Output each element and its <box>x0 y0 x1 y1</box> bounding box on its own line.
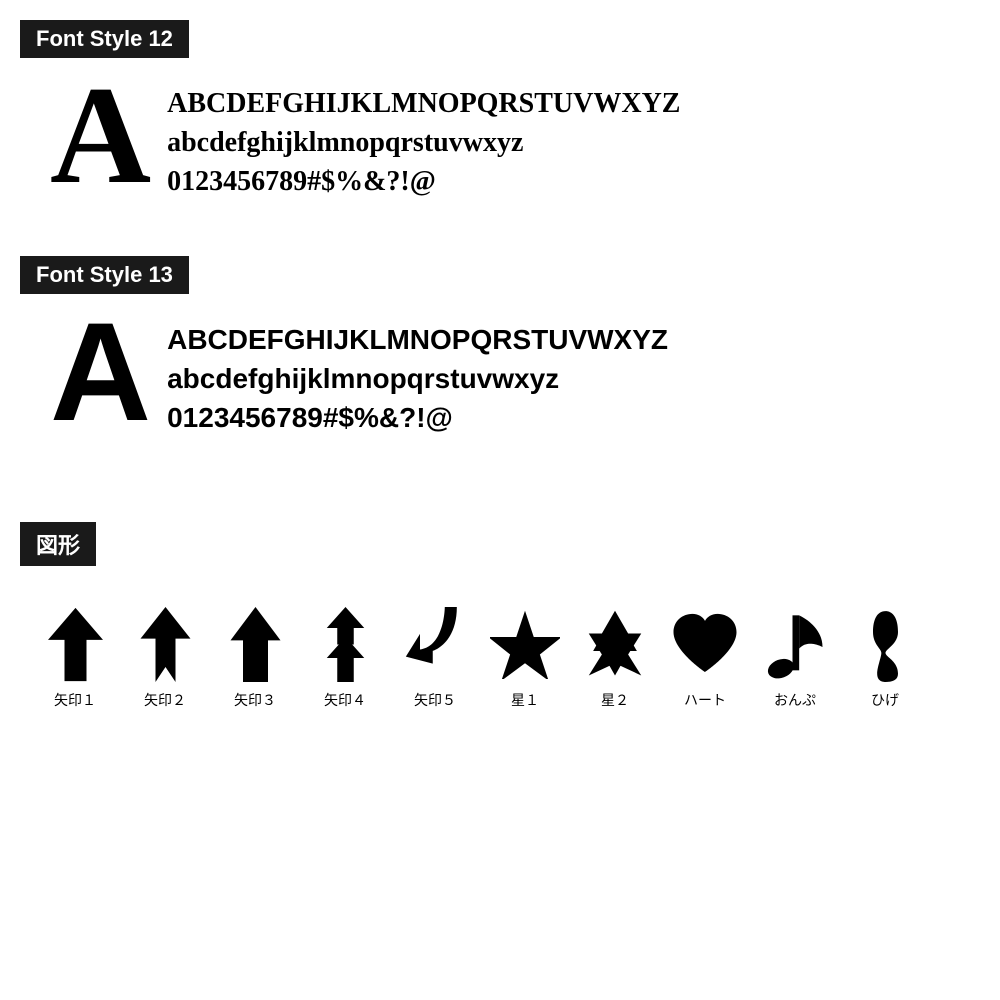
font-style-12-line-1: ABCDEFGHIJKLMNOPQRSTUVWXYZ <box>167 84 680 123</box>
shape-hoshi1: 星１ <box>480 604 570 710</box>
shape-yajirushi5: 矢印５ <box>390 604 480 710</box>
hoshi1-icon <box>490 604 560 684</box>
font-style-12-big-letter: A <box>50 66 151 206</box>
shapes-label: 図形 <box>20 522 96 566</box>
yajirushi5-icon <box>400 604 470 684</box>
font-style-12-char-lines: ABCDEFGHIJKLMNOPQRSTUVWXYZ abcdefghijklm… <box>167 76 680 202</box>
shape-hoshi2: 星２ <box>570 604 660 710</box>
font-style-13-line-3: 0123456789#$%&?!@ <box>167 398 668 437</box>
font-style-12-section: Font Style 12 A ABCDEFGHIJKLMNOPQRSTUVWX… <box>20 20 980 206</box>
onpu-icon <box>760 604 830 684</box>
hige-label: ひげ <box>871 690 899 710</box>
shape-heart: ハート <box>660 604 750 710</box>
font-style-13-line-1: ABCDEFGHIJKLMNOPQRSTUVWXYZ <box>167 320 668 359</box>
yajirushi3-label: 矢印３ <box>234 690 276 710</box>
font-style-12-label: Font Style 12 <box>20 20 189 58</box>
shape-hige: ひげ <box>840 604 930 710</box>
font-style-12-demo: A ABCDEFGHIJKLMNOPQRSTUVWXYZ abcdefghijk… <box>20 76 980 206</box>
hoshi2-icon <box>580 604 650 684</box>
page: Font Style 12 A ABCDEFGHIJKLMNOPQRSTUVWX… <box>0 0 1000 730</box>
yajirushi2-label: 矢印２ <box>144 690 186 710</box>
font-style-12-line-2: abcdefghijklmnopqrstuvwxyz <box>167 123 680 162</box>
font-style-13-line-2: abcdefghijklmnopqrstuvwxyz <box>167 359 668 398</box>
hoshi1-label: 星１ <box>511 690 539 710</box>
heart-label: ハート <box>684 690 726 710</box>
shapes-row: 矢印１ 矢印２ 矢印３ <box>20 584 980 710</box>
font-style-13-demo: A ABCDEFGHIJKLMNOPQRSTUVWXYZ abcdefghijk… <box>20 312 980 442</box>
hige-icon <box>850 604 920 684</box>
shapes-section: 図形 矢印１ 矢印２ <box>20 522 980 710</box>
yajirushi1-label: 矢印１ <box>54 690 96 710</box>
hoshi2-label: 星２ <box>601 690 629 710</box>
yajirushi2-icon <box>130 604 200 684</box>
yajirushi3-icon <box>220 604 290 684</box>
font-style-13-section: Font Style 13 A ABCDEFGHIJKLMNOPQRSTUVWX… <box>20 256 980 442</box>
yajirushi5-label: 矢印５ <box>414 690 456 710</box>
onpu-label: おんぷ <box>774 690 816 710</box>
font-style-13-label: Font Style 13 <box>20 256 189 294</box>
shape-yajirushi2: 矢印２ <box>120 604 210 710</box>
yajirushi1-icon <box>40 604 110 684</box>
yajirushi4-label: 矢印４ <box>324 690 366 710</box>
font-style-12-line-3: 0123456789#$%&?!@ <box>167 162 680 201</box>
heart-icon <box>670 604 740 684</box>
font-style-13-big-letter: A <box>50 302 151 442</box>
font-style-13-char-lines: ABCDEFGHIJKLMNOPQRSTUVWXYZ abcdefghijklm… <box>167 312 668 438</box>
shape-onpu: おんぷ <box>750 604 840 710</box>
yajirushi4-icon <box>310 604 380 684</box>
shape-yajirushi4: 矢印４ <box>300 604 390 710</box>
shape-yajirushi1: 矢印１ <box>30 604 120 710</box>
shape-yajirushi3: 矢印３ <box>210 604 300 710</box>
